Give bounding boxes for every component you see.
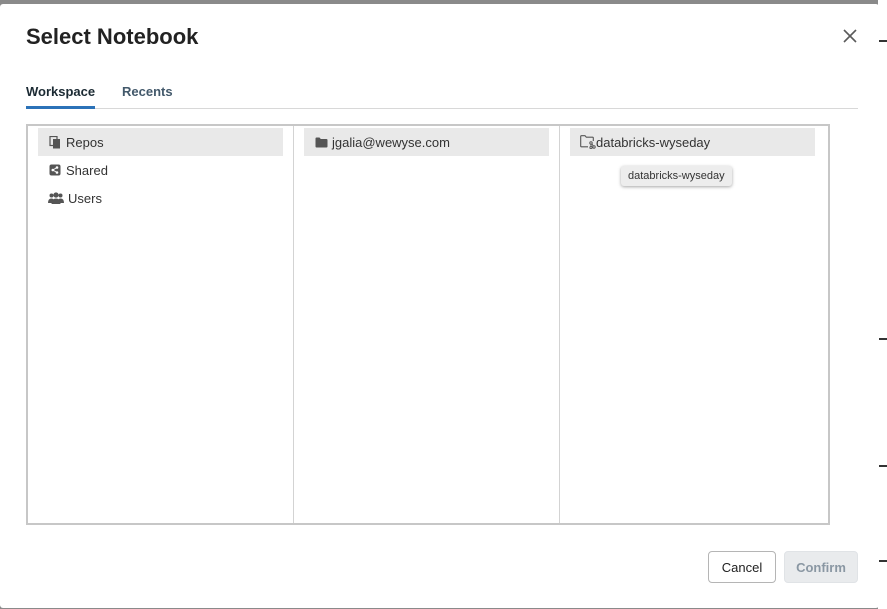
shared-icon (48, 163, 62, 177)
background-mark (878, 40, 887, 42)
list-item-label: Shared (66, 162, 108, 178)
background-mark (878, 560, 887, 562)
list-item-label: Repos (66, 134, 104, 150)
background-page-strip (878, 0, 887, 609)
select-notebook-dialog: Select Notebook Workspace Recents Repos (0, 4, 879, 608)
list-item-label: databricks-wyseday (596, 134, 711, 150)
list-item-shared[interactable]: Shared (38, 156, 283, 184)
list-item-repos[interactable]: Repos (38, 128, 283, 156)
background-mark (878, 465, 887, 467)
cancel-button[interactable]: Cancel (708, 551, 776, 583)
background-mark (878, 338, 887, 340)
list-item-users[interactable]: Users (38, 184, 283, 212)
tab-workspace[interactable]: Workspace (26, 84, 96, 109)
repos-icon (48, 135, 62, 149)
dialog-title: Select Notebook (26, 24, 199, 49)
close-icon (843, 29, 857, 43)
tab-recents[interactable]: Recents (122, 84, 173, 106)
browser-column-repos: jgalia@wewyse.com (294, 126, 560, 523)
list-item-label: Users (68, 190, 102, 206)
list-item-user-folder[interactable]: jgalia@wewyse.com (304, 128, 549, 156)
close-button[interactable] (836, 22, 864, 50)
list-item-repo[interactable]: databricks-wyseday (570, 128, 815, 156)
users-icon (48, 191, 64, 205)
tab-bar: Workspace Recents (26, 82, 858, 109)
confirm-button[interactable]: Confirm (784, 551, 858, 583)
list-item-label: jgalia@wewyse.com (332, 134, 450, 150)
folder-icon (314, 135, 328, 149)
browser-column-root: Repos Shared Users (28, 126, 294, 523)
repo-folder-icon (580, 135, 596, 149)
repo-tooltip: databricks-wyseday (621, 166, 732, 186)
